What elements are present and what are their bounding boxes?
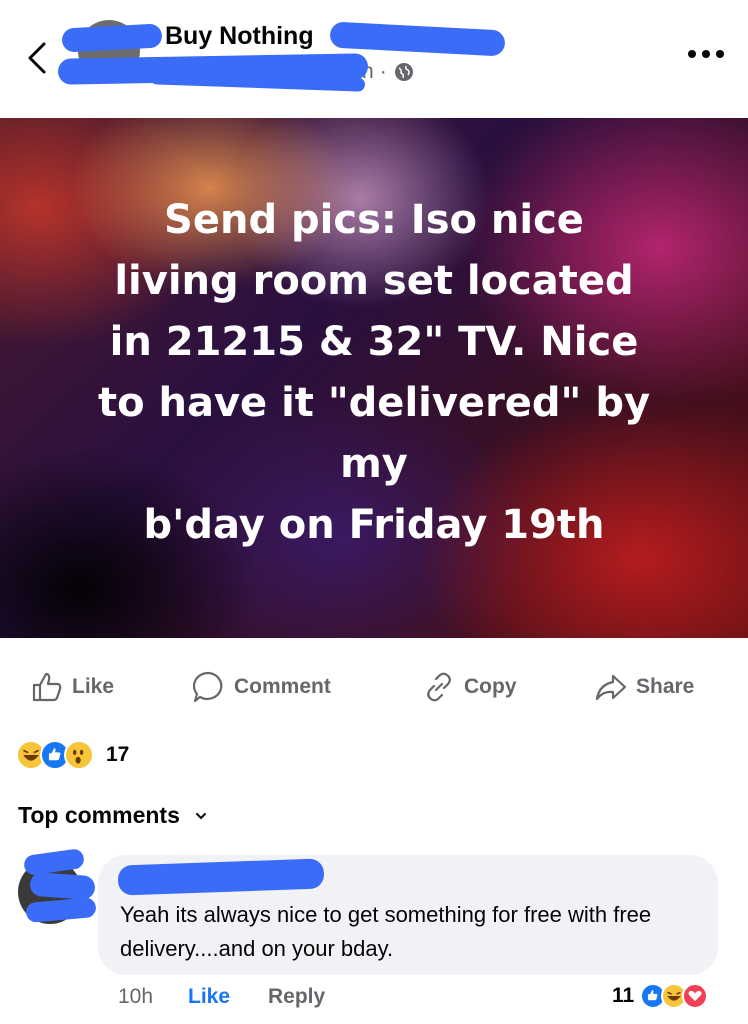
dot [716,50,724,58]
copy-button[interactable]: Copy [422,670,517,704]
share-button[interactable]: Share [594,670,694,704]
copy-label: Copy [464,675,517,698]
reaction-summary[interactable]: 17 [16,740,129,770]
post-action-bar: Like Comment Copy Share [0,660,748,716]
comment-reaction-summary[interactable]: 11 [612,983,709,1009]
comment-reaction-count: 11 [612,984,635,1007]
comment-bubble-icon [192,671,223,703]
redaction-mark [29,871,96,901]
link-icon [427,672,451,702]
reaction-count: 17 [106,743,130,766]
redaction-mark [329,21,506,57]
more-options-button[interactable] [688,42,724,66]
dot [702,50,710,58]
chevron-down-icon [195,812,206,819]
comment-label: Comment [234,675,331,698]
post-image-text: Send pics: Iso nice living room set loca… [97,197,651,548]
top-comments-sort[interactable]: Top comments [18,802,208,829]
post-image[interactable]: Send pics: Iso nice living room set loca… [0,118,748,638]
comment-button[interactable]: Comment [192,670,331,704]
thumbs-up-icon [32,672,62,702]
group-name[interactable]: Buy Nothing [165,22,314,51]
comment-text: Yeah its always nice to get something fo… [120,902,652,961]
like-button[interactable]: Like [30,670,114,704]
comment-reply-button[interactable]: Reply [268,985,325,1009]
top-comments-label: Top comments [18,802,180,828]
post-header: Buy Nothing h · [0,0,748,118]
redaction-mark [61,23,163,53]
comment-time: 10h [118,985,154,1008]
meta-separator: · [379,60,387,83]
post-meta: h · [362,60,415,84]
dot [688,50,696,58]
chevron-left-icon [28,42,46,74]
comment-like-button[interactable]: Like [188,985,230,1009]
like-label: Like [72,675,115,698]
share-arrow-icon [595,674,627,701]
redaction-mark [22,847,86,877]
globe-icon [394,63,413,81]
love-icon [682,983,709,1009]
back-button[interactable] [22,38,52,78]
share-label: Share [636,675,695,698]
wow-icon [64,740,94,770]
